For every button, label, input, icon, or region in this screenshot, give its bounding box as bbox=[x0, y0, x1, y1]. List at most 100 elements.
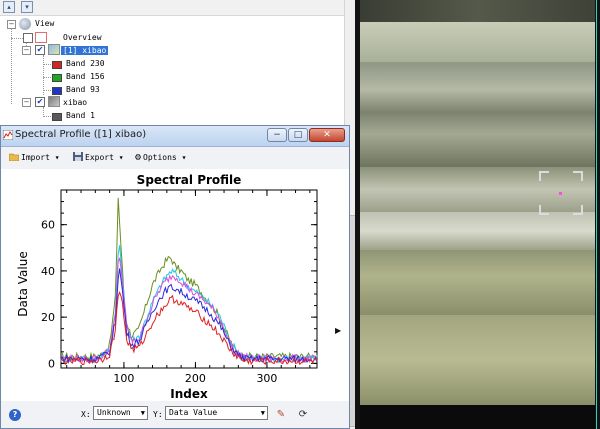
dropdown-arrow-icon: ▼ bbox=[140, 409, 145, 417]
band-230-label: Band 230 bbox=[66, 59, 105, 68]
tree-connector bbox=[43, 90, 51, 91]
tree-connector bbox=[43, 77, 51, 78]
options-menu-label: Options bbox=[143, 153, 177, 162]
tree-item-overview[interactable]: Overview bbox=[63, 31, 102, 44]
export-menu[interactable]: Export ▾ bbox=[73, 152, 124, 164]
layer-xibao-1-label: [1] xibao bbox=[61, 46, 109, 55]
import-menu[interactable]: Import ▾ bbox=[9, 152, 60, 164]
export-menu-label: Export bbox=[85, 153, 114, 162]
gear-icon: ⚙ bbox=[135, 152, 142, 163]
image-band bbox=[360, 250, 595, 315]
x-tick-label: 200 bbox=[185, 372, 206, 385]
y-axis-select[interactable]: Data Value ▼ bbox=[165, 406, 268, 420]
raster-layer-icon bbox=[48, 44, 60, 55]
minimize-button[interactable]: − bbox=[267, 128, 287, 142]
image-band bbox=[360, 405, 595, 429]
x-axis-select-label: X: bbox=[81, 410, 91, 419]
x-tick-label: 100 bbox=[113, 372, 134, 385]
window-title: Spectral Profile ([1] xibao) bbox=[15, 129, 147, 140]
y-axis-select-value: Data Value bbox=[169, 408, 218, 417]
crosshair-center bbox=[559, 192, 562, 195]
dropdown-arrow-icon: ▼ bbox=[260, 409, 265, 417]
spectral-profile-chart[interactable]: Spectral Profile Index Data Value 100 200… bbox=[1, 169, 349, 401]
x-axis-label: Index bbox=[170, 387, 208, 401]
tree-connector bbox=[43, 116, 51, 117]
view-edge-line bbox=[596, 0, 597, 429]
plot-app-icon bbox=[3, 130, 13, 140]
collapse-layer-toggle[interactable]: − bbox=[22, 46, 31, 55]
move-layer-up-button[interactable]: ▴ bbox=[3, 1, 15, 13]
image-band bbox=[360, 62, 595, 112]
import-menu-label: Import bbox=[21, 153, 50, 162]
tree-item-layer-xibao[interactable]: xibao bbox=[63, 96, 87, 109]
dropdown-arrow-icon: ▾ bbox=[118, 153, 124, 162]
dropdown-arrow-icon: ▾ bbox=[54, 153, 60, 162]
view-root-label: View bbox=[35, 19, 55, 28]
overview-checkbox[interactable] bbox=[23, 33, 33, 43]
crosshair-corner bbox=[573, 171, 583, 181]
floppy-disk-icon bbox=[73, 152, 83, 161]
tree-connector bbox=[43, 64, 51, 65]
y-tick-label: 0 bbox=[48, 357, 55, 370]
folder-icon bbox=[9, 153, 19, 161]
image-band bbox=[360, 112, 595, 167]
blue-band-swatch-icon bbox=[52, 87, 62, 95]
spectral-profile-window: Spectral Profile ([1] xibao) − □ ✕ Impor… bbox=[0, 125, 350, 429]
pencil-icon[interactable]: ✎ bbox=[275, 409, 287, 421]
maximize-button[interactable]: □ bbox=[288, 128, 308, 142]
refresh-icon[interactable]: ⟳ bbox=[297, 409, 309, 421]
image-band bbox=[360, 22, 595, 62]
y-tick-label: 40 bbox=[41, 265, 55, 278]
gray-band-swatch-icon bbox=[52, 113, 62, 121]
y-tick-label: 20 bbox=[41, 311, 55, 324]
tree-connector bbox=[43, 55, 44, 95]
x-axis-select-value: Unknown bbox=[97, 408, 131, 417]
tree-item-band-230[interactable]: Band 230 bbox=[66, 57, 105, 70]
image-band bbox=[360, 212, 595, 250]
image-view[interactable] bbox=[355, 0, 600, 429]
band-93-label: Band 93 bbox=[66, 85, 100, 94]
image-band bbox=[360, 0, 595, 22]
band-156-label: Band 156 bbox=[66, 72, 105, 81]
red-band-swatch-icon bbox=[52, 61, 62, 69]
window-titlebar[interactable]: Spectral Profile ([1] xibao) − □ ✕ bbox=[1, 126, 349, 147]
tree-item-band-156[interactable]: Band 156 bbox=[66, 70, 105, 83]
tree-item-band-93[interactable]: Band 93 bbox=[66, 83, 100, 96]
tree-view-root[interactable]: View bbox=[35, 17, 54, 30]
bottom-toolbar: ? X: Unknown ▼ Y: Data Value ▼ ✎ ⟳ bbox=[1, 401, 349, 428]
image-band bbox=[360, 315, 595, 405]
y-axis-select-label: Y: bbox=[153, 410, 163, 419]
move-layer-down-button[interactable]: ▾ bbox=[21, 1, 33, 13]
x-axis-select[interactable]: Unknown ▼ bbox=[93, 406, 148, 420]
layer-xibao-1-checkbox[interactable]: ✔ bbox=[35, 45, 45, 55]
chevron-right-icon[interactable]: ▶ bbox=[335, 326, 343, 336]
spectral-profile-chart-area[interactable]: Spectral Profile Index Data Value 100 200… bbox=[1, 169, 349, 401]
grayscale-layer-icon bbox=[48, 96, 60, 107]
layer-xibao-checkbox[interactable]: ✔ bbox=[35, 97, 45, 107]
overview-icon bbox=[35, 32, 47, 43]
overview-label: Overview bbox=[63, 33, 102, 42]
options-menu[interactable]: ⚙ Options ▾ bbox=[135, 152, 186, 164]
tree-connector bbox=[11, 28, 12, 104]
x-tick-label: 300 bbox=[256, 372, 277, 385]
green-band-swatch-icon bbox=[52, 74, 62, 82]
y-tick-label: 60 bbox=[41, 219, 55, 232]
tree-connector bbox=[11, 38, 23, 39]
crosshair-cursor-icon[interactable] bbox=[539, 171, 583, 215]
chart-title: Spectral Profile bbox=[137, 173, 242, 187]
window-menubar: Import ▾ Export ▾ ⚙ Options ▾ bbox=[1, 147, 349, 169]
collapse-layer-toggle[interactable]: − bbox=[22, 98, 31, 107]
view-globe-icon bbox=[19, 18, 31, 30]
tree-item-layer-xibao-1[interactable]: [1] xibao bbox=[61, 44, 109, 57]
image-border bbox=[355, 0, 360, 429]
crosshair-corner bbox=[573, 205, 583, 215]
y-axis-label: Data Value bbox=[16, 251, 30, 316]
dropdown-arrow-icon: ▾ bbox=[181, 153, 187, 162]
tree-connector bbox=[43, 107, 44, 115]
close-button[interactable]: ✕ bbox=[309, 128, 345, 142]
help-icon[interactable]: ? bbox=[9, 409, 21, 421]
collapse-view-toggle[interactable]: − bbox=[7, 20, 16, 29]
layer-toolbar: ▴ ▾ bbox=[0, 0, 344, 16]
crosshair-corner bbox=[539, 205, 549, 215]
tree-item-band-1[interactable]: Band 1 bbox=[66, 109, 95, 122]
